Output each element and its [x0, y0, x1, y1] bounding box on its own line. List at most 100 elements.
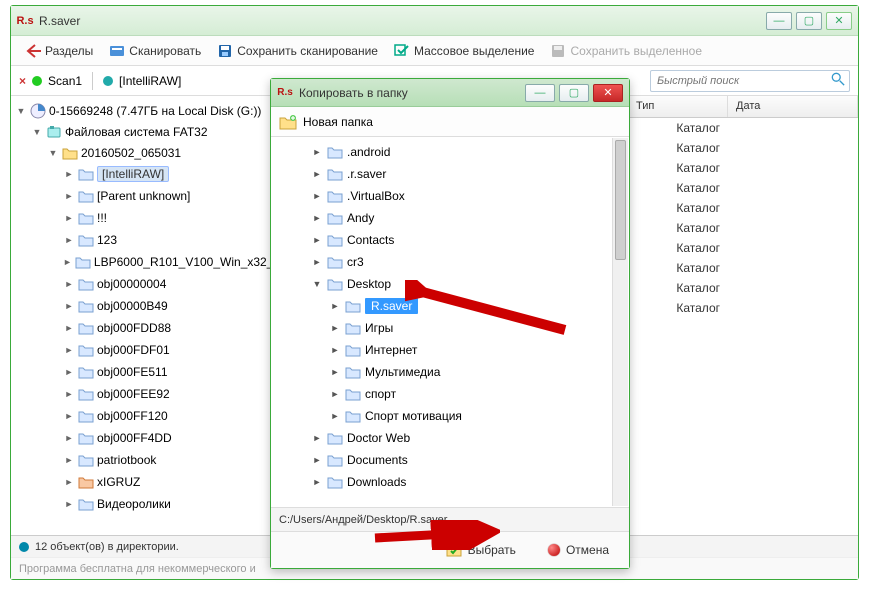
- dialog-tree-item[interactable]: ►.VirtualBox: [305, 186, 629, 206]
- expand-icon[interactable]: ►: [63, 345, 75, 355]
- iraw-tab-label[interactable]: [IntelliRAW]: [119, 74, 181, 88]
- dialog-tree-item[interactable]: ►Andy: [305, 208, 629, 228]
- dialog-select-button[interactable]: Выбрать: [440, 540, 522, 560]
- window-close-button[interactable]: ✕: [826, 12, 852, 30]
- dialog-tree-item[interactable]: ►Мультимедиа: [323, 362, 629, 382]
- tree-fs[interactable]: ▼ Файловая система FAT32: [27, 122, 270, 142]
- collapse-icon[interactable]: ▼: [311, 279, 323, 289]
- dialog-tree-item[interactable]: ►Contacts: [305, 230, 629, 250]
- column-type[interactable]: Тип: [628, 96, 728, 117]
- tree-item[interactable]: ►obj00000004: [59, 274, 270, 294]
- search-icon[interactable]: [831, 72, 845, 89]
- expand-icon[interactable]: ►: [311, 147, 323, 157]
- tree-item[interactable]: ►Видеоролики: [59, 494, 270, 514]
- scan-close-icon[interactable]: ×: [19, 74, 26, 88]
- tree-item[interactable]: ►!!!: [59, 208, 270, 228]
- expand-icon[interactable]: ►: [63, 411, 75, 421]
- expand-icon[interactable]: ►: [329, 323, 341, 333]
- expand-icon[interactable]: ►: [329, 367, 341, 377]
- expand-icon[interactable]: ►: [63, 191, 75, 201]
- tree-scan-folder[interactable]: ▼ 20160502_065031: [43, 143, 270, 163]
- expand-icon[interactable]: ►: [311, 257, 323, 267]
- tree-item[interactable]: ►obj000FE511: [59, 362, 270, 382]
- dialog-tree-item[interactable]: ►R.saver: [323, 296, 629, 316]
- toolbar-savescan-button[interactable]: Сохранить сканирование: [211, 40, 384, 62]
- expand-icon[interactable]: ►: [311, 213, 323, 223]
- collapse-icon[interactable]: ▼: [31, 127, 43, 137]
- expand-icon[interactable]: ►: [329, 345, 341, 355]
- tree-item[interactable]: ►LBP6000_R101_V100_Win_x32_EN: [59, 252, 270, 272]
- expand-icon[interactable]: ►: [329, 389, 341, 399]
- tree-item[interactable]: ►obj000FF4DD: [59, 428, 270, 448]
- dialog-scrollbar-thumb[interactable]: [615, 140, 626, 260]
- dialog-tree-item[interactable]: ►Downloads: [305, 472, 629, 492]
- expand-icon[interactable]: ►: [311, 235, 323, 245]
- expand-icon[interactable]: ►: [63, 257, 72, 267]
- tree-item[interactable]: ►patriotbook: [59, 450, 270, 470]
- scan-tab-label[interactable]: Scan1: [48, 74, 82, 88]
- expand-icon[interactable]: ►: [63, 477, 75, 487]
- dialog-close-button[interactable]: ✕: [593, 84, 623, 102]
- tree-item[interactable]: ►[Parent unknown]: [59, 186, 270, 206]
- expand-icon[interactable]: ►: [311, 191, 323, 201]
- dialog-tree-item[interactable]: ►.r.saver: [305, 164, 629, 184]
- search-box[interactable]: [650, 70, 850, 92]
- dialog-tree-item[interactable]: ►Спорт мотивация: [323, 406, 629, 426]
- dialog-folder-tree[interactable]: ►.android►.r.saver►.VirtualBox►Andy►Cont…: [271, 137, 629, 508]
- status-dot-icon: [19, 542, 29, 552]
- tree-item[interactable]: ►xIGRUZ: [59, 472, 270, 492]
- expand-icon[interactable]: ►: [63, 499, 75, 509]
- expand-icon[interactable]: ►: [63, 279, 75, 289]
- dialog-tree-item[interactable]: ► Интернет: [323, 340, 629, 360]
- dialog-tree-item[interactable]: ►спорт: [323, 384, 629, 404]
- tree-root[interactable]: ▼ 0-15669248 (7.47ГБ на Local Disk (G:)): [11, 101, 270, 121]
- window-minimize-button[interactable]: —: [766, 12, 792, 30]
- expand-icon[interactable]: ►: [63, 323, 75, 333]
- dialog-scrollbar[interactable]: [612, 138, 628, 506]
- dialog-tree-item[interactable]: ►Игры: [323, 318, 629, 338]
- expand-icon[interactable]: ►: [63, 213, 75, 223]
- dialog-tree-item[interactable]: ▼Desktop: [305, 274, 629, 294]
- expand-icon[interactable]: ►: [63, 455, 75, 465]
- dialog-tree-item[interactable]: ►Documents: [305, 450, 629, 470]
- expand-icon[interactable]: ►: [311, 477, 323, 487]
- expand-icon[interactable]: ►: [311, 433, 323, 443]
- dialog-tree-item[interactable]: ►.android: [305, 142, 629, 162]
- expand-icon[interactable]: ►: [311, 169, 323, 179]
- toolbar-massel-button[interactable]: Массовое выделение: [388, 40, 541, 62]
- tree-item[interactable]: ►obj000FDF01: [59, 340, 270, 360]
- collapse-icon[interactable]: ▼: [15, 106, 27, 116]
- tree-item[interactable]: ►obj000FDD88: [59, 318, 270, 338]
- expand-icon[interactable]: ►: [63, 433, 75, 443]
- search-input[interactable]: [655, 74, 831, 88]
- tree-item[interactable]: ►123: [59, 230, 270, 250]
- collapse-icon[interactable]: ▼: [47, 148, 59, 158]
- expand-icon[interactable]: ►: [311, 455, 323, 465]
- expand-icon[interactable]: ►: [63, 169, 75, 179]
- tree-item[interactable]: ►obj00000B49: [59, 296, 270, 316]
- window-restore-button[interactable]: ▢: [796, 12, 822, 30]
- dialog-tree-item-label: Интернет: [365, 343, 417, 357]
- toolbar-scan-button[interactable]: Сканировать: [103, 40, 207, 62]
- dialog-tree-item[interactable]: ►cr3: [305, 252, 629, 272]
- tree-item[interactable]: ►obj000FEE92: [59, 384, 270, 404]
- dialog-newfolder-bar[interactable]: Новая папка: [271, 107, 629, 137]
- newfolder-label: Новая папка: [303, 115, 373, 129]
- folder-icon: [327, 452, 343, 468]
- expand-icon[interactable]: ►: [63, 301, 75, 311]
- tree-item[interactable]: ►[IntelliRAW]: [59, 164, 270, 184]
- expand-icon[interactable]: ►: [63, 389, 75, 399]
- tab-separator: [92, 72, 93, 90]
- expand-icon[interactable]: ►: [63, 367, 75, 377]
- directory-tree-pane[interactable]: ▼ 0-15669248 (7.47ГБ на Local Disk (G:))…: [11, 96, 271, 535]
- toolbar-back-button[interactable]: Разделы: [19, 40, 99, 62]
- expand-icon[interactable]: ►: [329, 301, 341, 311]
- dialog-restore-button[interactable]: ▢: [559, 84, 589, 102]
- expand-icon[interactable]: ►: [329, 411, 341, 421]
- dialog-tree-item[interactable]: ►Doctor Web: [305, 428, 629, 448]
- dialog-minimize-button[interactable]: —: [525, 84, 555, 102]
- expand-icon[interactable]: ►: [63, 235, 75, 245]
- dialog-cancel-button[interactable]: Отмена: [542, 540, 615, 560]
- tree-item[interactable]: ►obj000FF120: [59, 406, 270, 426]
- column-date[interactable]: Дата: [728, 96, 858, 117]
